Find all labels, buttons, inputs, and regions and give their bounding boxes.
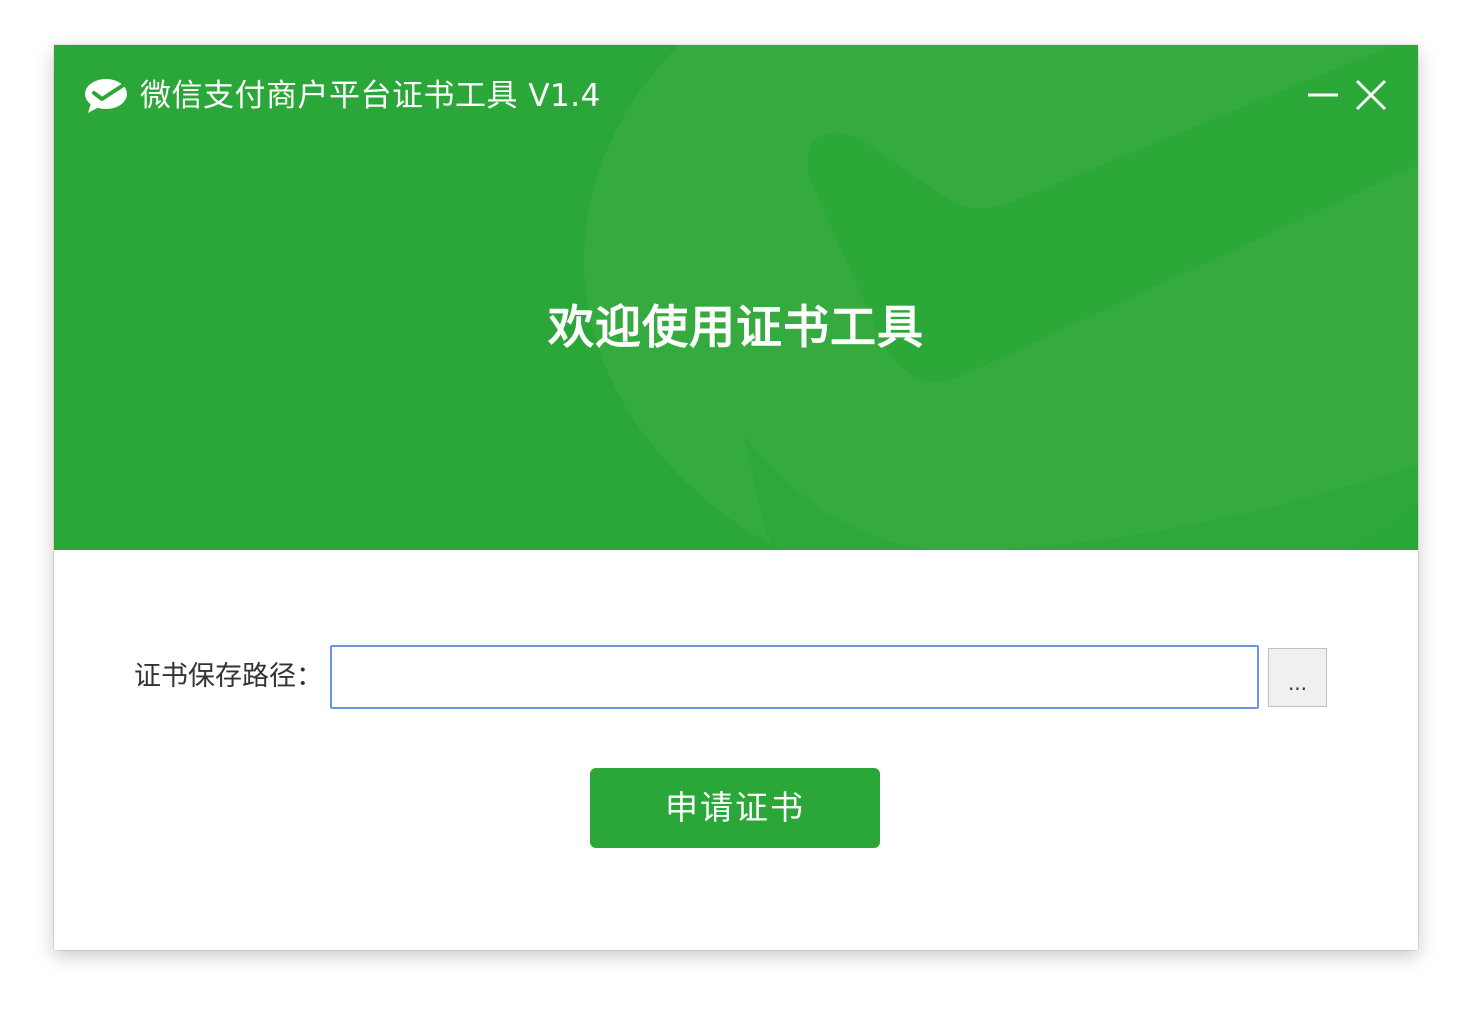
window-title: 微信支付商户平台证书工具 V1.4 xyxy=(140,78,601,114)
minimize-icon xyxy=(1308,93,1338,97)
certificate-tool-window: 微信支付商户平台证书工具 V1.4 欢迎使用证书工具 证书保存路径： ... 申… xyxy=(54,45,1418,950)
path-label: 证书保存路径： xyxy=(134,661,323,692)
welcome-heading: 欢迎使用证书工具 xyxy=(548,300,924,354)
close-icon xyxy=(1355,79,1387,111)
wechat-pay-logo-icon xyxy=(85,79,127,113)
minimize-button[interactable] xyxy=(1304,75,1344,115)
certificate-path-input[interactable] xyxy=(330,645,1259,709)
header-banner: 微信支付商户平台证书工具 V1.4 欢迎使用证书工具 xyxy=(54,45,1418,550)
close-button[interactable] xyxy=(1351,75,1391,115)
apply-certificate-button[interactable]: 申请证书 xyxy=(590,768,880,848)
browse-button[interactable]: ... xyxy=(1268,648,1327,707)
